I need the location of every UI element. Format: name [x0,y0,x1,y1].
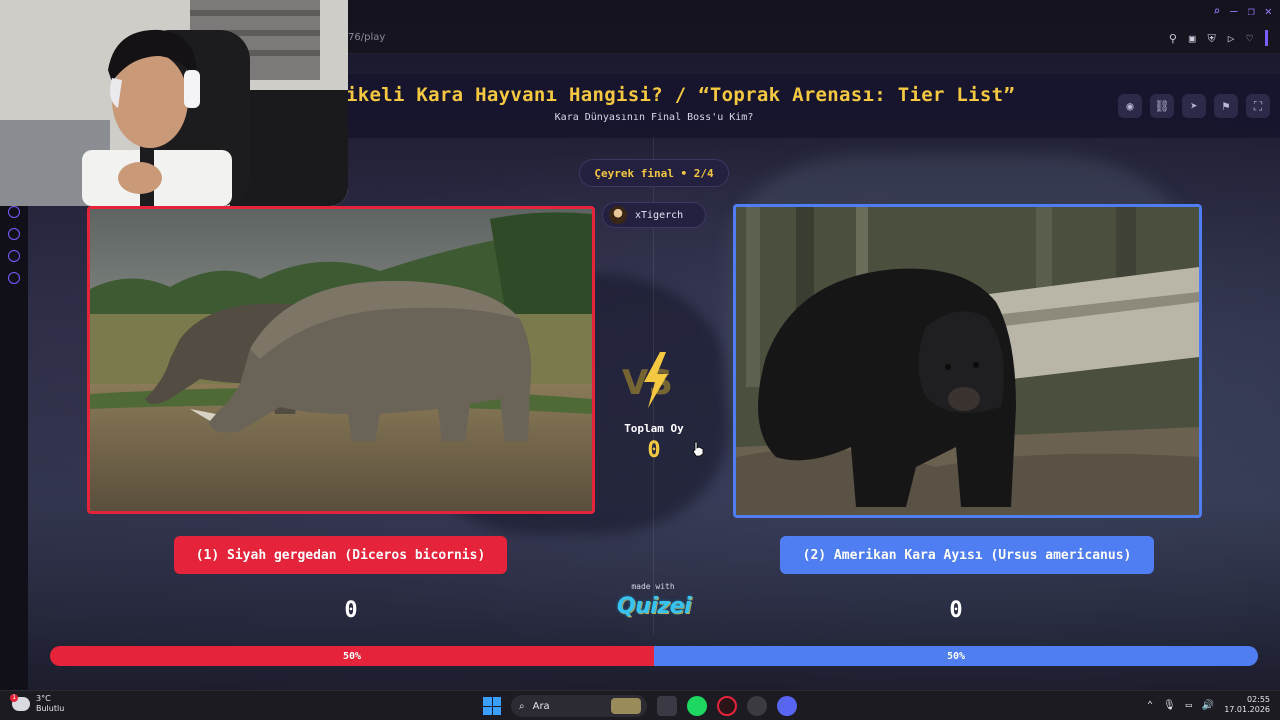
choice-left-image[interactable] [87,206,595,514]
windows-start-icon[interactable] [483,697,501,715]
bear-photo [736,207,1199,515]
rhino-photo [90,209,592,511]
link-icon[interactable]: ⛓ [1150,94,1174,118]
spotify-icon[interactable] [687,696,707,716]
temperature: 3°C [36,694,51,703]
chevron-up-icon[interactable]: ⌃ [1147,700,1153,711]
vs-text: VS [622,363,673,403]
round-badge: Çeyrek final • 2/4 [579,159,729,187]
flag-icon[interactable]: ⚑ [1214,94,1238,118]
heart-icon[interactable]: ♡ [1246,32,1253,46]
play-icon[interactable]: ▷ [1228,32,1235,46]
time: 02:55 [1246,695,1270,704]
player-name: xTigerch [635,209,684,221]
minimize-icon[interactable]: – [1230,4,1237,18]
url-text[interactable]: 76/play [348,32,385,43]
choice-left-button[interactable]: (1) Siyah gergedan (Diceros bicornis) [174,536,507,574]
right-vote-fill: 50% [654,646,1258,666]
right-score: 0 [949,598,963,623]
settings-icon[interactable] [8,272,20,284]
cloud-icon: 1 [10,694,30,711]
extensions-icon[interactable] [8,250,20,262]
total-votes-label: Toplam Oy [624,422,684,435]
choice-right-image[interactable] [733,204,1202,518]
camera-icon[interactable]: ▣ [1189,32,1196,46]
weather-condition: Bulutlu [36,704,65,713]
pin-icon[interactable]: ⚲ [1169,32,1177,46]
restore-icon[interactable]: ❐ [1248,4,1255,18]
search-highlight-image [611,698,641,714]
taskbar: 1 3°C Bulutlu ⌕ Ara ⌃ 🎙 ▭ 🔊 02:55 17.01.… [0,690,1280,720]
notification-badge: 1 [10,694,18,702]
shield-icon[interactable]: ⛨ [1208,32,1216,46]
taskbar-apps: ⌕ Ara [483,695,797,717]
microphone-icon[interactable]: 🎙 [1163,700,1176,711]
choice-right-button[interactable]: (2) Amerikan Kara Ayısı (Ursus americanu… [780,536,1154,574]
avatar [609,206,627,224]
network-icon[interactable]: ▭ [1186,700,1192,711]
system-tray: ⌃ 🎙 ▭ 🔊 02:55 17.01.2026 [1147,695,1270,715]
quiz-title: ikeli Kara Hayvanı Hangisi? / “Toprak Ar… [346,84,1016,106]
vs-lightning-icon: VS [622,352,673,408]
task-view-icon[interactable] [657,696,677,716]
discord-icon[interactable] [777,696,797,716]
window-controls: ⌕ – ❐ ✕ [1213,4,1272,18]
address-bar-actions: ⚲ ▣ ⛨ ▷ ♡ [1169,30,1268,46]
sidebar-toggle[interactable] [1265,30,1268,46]
eye-icon[interactable]: ◉ [1118,94,1142,118]
weather-widget[interactable]: 1 3°C Bulutlu [10,694,65,714]
history-icon[interactable] [8,228,20,240]
left-vote-fill: 50% [50,646,654,666]
send-icon[interactable]: ➤ [1182,94,1206,118]
clock[interactable]: 02:55 17.01.2026 [1224,695,1270,715]
webcam-overlay [0,0,348,206]
close-icon[interactable]: ✕ [1265,4,1272,18]
hand-cursor-icon [692,441,704,457]
vote-progress-bar: 50% 50% [50,646,1258,666]
fullscreen-icon[interactable]: ⛶ [1246,94,1270,118]
made-with-label: made with [631,582,675,591]
player-badge: xTigerch [602,202,706,228]
header-actions: ◉ ⛓ ➤ ⚑ ⛶ [1118,94,1270,118]
total-votes-value: 0 [647,438,661,463]
opera-gx-icon[interactable] [717,696,737,716]
quizei-logo[interactable]: Quizei [611,594,697,622]
sidebar-item-player-icon[interactable] [8,206,20,218]
search-icon[interactable]: ⌕ [1213,4,1220,18]
left-score: 0 [344,598,358,623]
search-placeholder: Ara [532,700,550,712]
streamer-camera [0,0,348,206]
date: 17.01.2026 [1224,705,1270,714]
obs-icon[interactable] [747,696,767,716]
taskbar-search[interactable]: ⌕ Ara [511,695,647,717]
volume-icon[interactable]: 🔊 [1202,700,1214,711]
search-icon: ⌕ [519,700,525,712]
